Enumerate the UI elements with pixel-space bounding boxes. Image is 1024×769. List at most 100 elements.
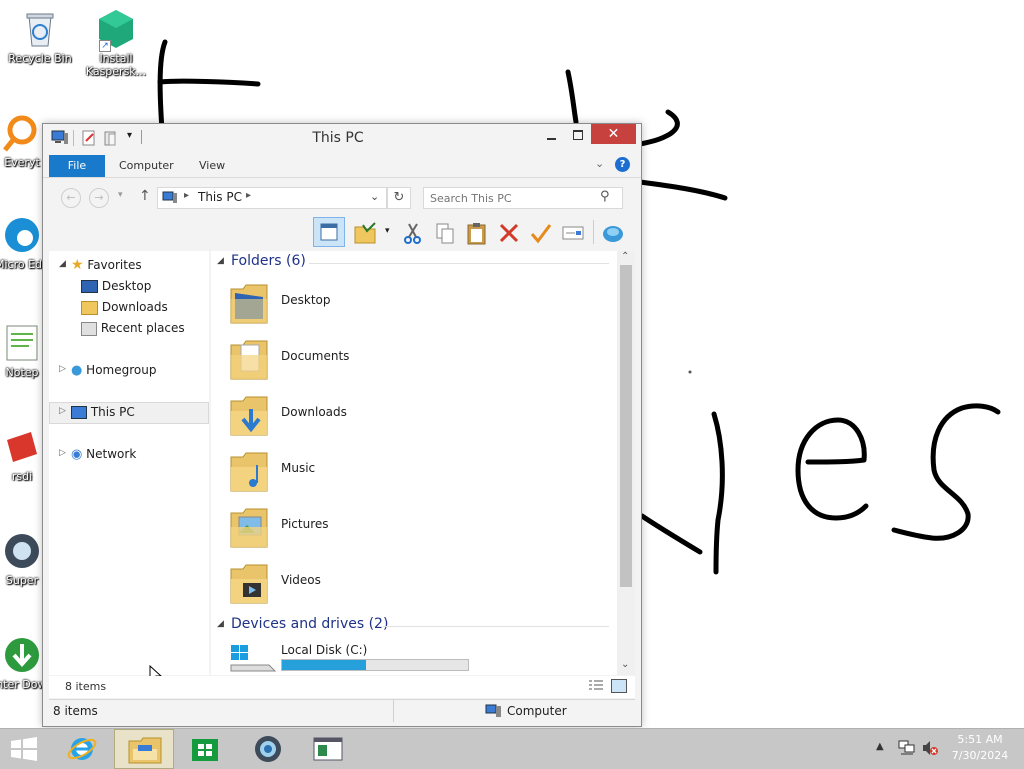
vertical-scrollbar[interactable]: ⌃ ⌄ [617,251,635,675]
delete-icon[interactable] [497,221,521,245]
maximize-button[interactable] [565,126,591,146]
search-icon[interactable]: ⚲ [600,189,610,204]
music-folder-icon [230,452,268,492]
drive-item-local-disk[interactable]: Local Disk (C:) [229,641,489,675]
breadcrumb-separator-icon: ▸ [184,190,190,201]
rename-checkmark-icon[interactable] [529,221,553,245]
options-dropdown-icon[interactable]: ▾ [385,226,390,236]
folder-item-music[interactable]: Music [229,447,489,497]
back-button[interactable]: ← [61,188,81,208]
content-pane[interactable]: ◢ Folders (6) Desktop Documents Download… [211,251,635,675]
globe-app-icon [255,736,281,762]
explorer-window[interactable]: ▾ This PC ✕ File Computer View ⌄ ? ← → ▾… [42,123,642,727]
breadcrumb-this-pc[interactable]: This PC [198,190,242,204]
nav-this-pc[interactable]: This PC [71,402,135,422]
volume-muted-icon[interactable] [921,739,939,757]
folder-name: Pictures [281,517,329,531]
taskbar-store[interactable] [176,729,236,769]
show-hidden-icons-button[interactable]: ▲ [876,741,884,752]
nav-homegroup[interactable]: ● Homegroup [71,360,156,380]
folder-item-videos[interactable]: Videos [229,559,489,609]
recent-locations-icon[interactable]: ▾ [118,190,123,200]
folder-item-pictures[interactable]: Pictures [229,503,489,553]
folders-section-header[interactable]: Folders (6) [231,253,306,269]
minimize-button[interactable] [539,126,565,146]
nav-desktop[interactable]: Desktop [81,276,151,296]
windows-drive-icon [230,645,277,672]
desktop-icon-label: Install Kaspersk... [85,52,147,78]
clock-time[interactable]: 5:51 AM [948,733,1012,746]
ribbon-tab-bar: File Computer View ⌄ ? [43,152,641,177]
taskbar-app-globe[interactable] [238,729,298,769]
network-tray-icon[interactable] [897,739,917,757]
taskbar-internet-explorer[interactable] [52,729,112,769]
collapse-arrow-icon[interactable]: ▷ [59,448,66,458]
cut-icon[interactable] [401,221,425,245]
store-icon [192,739,218,761]
nav-downloads[interactable]: Downloads [81,297,168,317]
tab-computer[interactable]: Computer [119,155,174,177]
title-bar[interactable]: ▾ This PC ✕ [43,124,641,152]
expand-arrow-icon[interactable]: ◢ [59,259,66,269]
nav-network[interactable]: ◉ Network [71,444,136,464]
tab-file[interactable]: File [49,155,105,177]
scroll-down-icon[interactable]: ⌄ [621,659,629,670]
nav-favorites[interactable]: ★ Favorites [71,255,142,275]
download-manager-icon [1,634,43,676]
notepad-plus-icon [1,322,43,364]
collapse-arrow-icon[interactable]: ▷ [59,406,66,416]
clock-date[interactable]: 7/30/2024 [948,749,1012,762]
item-count: 8 items [65,680,107,693]
scrollbar-thumb[interactable] [620,265,632,587]
taskbar-app-window[interactable] [300,729,360,769]
tab-view[interactable]: View [199,155,225,177]
breadcrumb-separator-icon: ▸ [246,190,252,201]
drives-section-header[interactable]: Devices and drives (2) [231,616,388,632]
folder-name: Videos [281,573,321,587]
folder-item-desktop[interactable]: Desktop [229,279,489,329]
nav-label: This PC [90,405,135,419]
folder-item-downloads[interactable]: Downloads [229,391,489,441]
taskbar-file-explorer[interactable] [114,729,174,769]
inner-status-bar: 8 items [49,676,635,698]
collapse-arrow-icon[interactable]: ▷ [59,364,66,374]
computer-icon [162,191,177,203]
help-icon[interactable]: ? [615,157,630,172]
drive-usage-bar [281,659,469,671]
folder-name: Downloads [281,405,347,419]
address-dropdown-icon[interactable]: ⌄ [370,190,379,203]
close-icon: ✕ [607,126,620,142]
search-box[interactable]: ⚲ [423,187,623,209]
everything-search-icon [1,112,43,154]
desktop-folder-icon [81,280,98,293]
copy-icon[interactable] [433,221,457,245]
folder-options-icon[interactable] [353,221,377,245]
nav-label: Favorites [87,258,142,272]
scroll-up-icon[interactable]: ⌃ [621,251,629,262]
section-collapse-icon[interactable]: ◢ [217,619,224,629]
section-collapse-icon[interactable]: ◢ [217,256,224,266]
start-button[interactable] [0,729,48,769]
tiles-view-icon[interactable] [611,679,627,693]
search-input[interactable] [428,189,597,207]
preview-pane-icon[interactable] [313,217,345,247]
windows-logo-icon [11,737,37,761]
paste-icon[interactable] [465,221,489,245]
properties-sheet-icon[interactable] [561,221,585,245]
recycle-bin-shortcut[interactable]: Recycle Bin [4,8,76,65]
up-button[interactable]: ↑ [139,188,151,204]
address-bar[interactable]: ▸ This PC ▸ ⌄ [157,187,387,209]
details-view-icon[interactable] [589,679,603,691]
network-sharing-icon[interactable] [601,221,625,245]
recycle-bin-icon [19,8,61,50]
folder-item-documents[interactable]: Documents [229,335,489,385]
close-button[interactable]: ✕ [591,124,636,144]
refresh-button[interactable]: ↻ [387,187,411,209]
taskbar: ▲ 5:51 AM 7/30/2024 [0,728,1024,769]
install-kaspersky-shortcut[interactable]: ↗ Install Kaspersk... [80,8,152,78]
navigation-pane[interactable]: ◢ ★ Favorites Desktop Downloads Recent p… [49,251,209,685]
drive-usage-fill [282,660,366,670]
forward-button[interactable]: → [89,188,109,208]
nav-recent-places[interactable]: Recent places [81,318,185,338]
expand-ribbon-icon[interactable]: ⌄ [595,157,604,170]
